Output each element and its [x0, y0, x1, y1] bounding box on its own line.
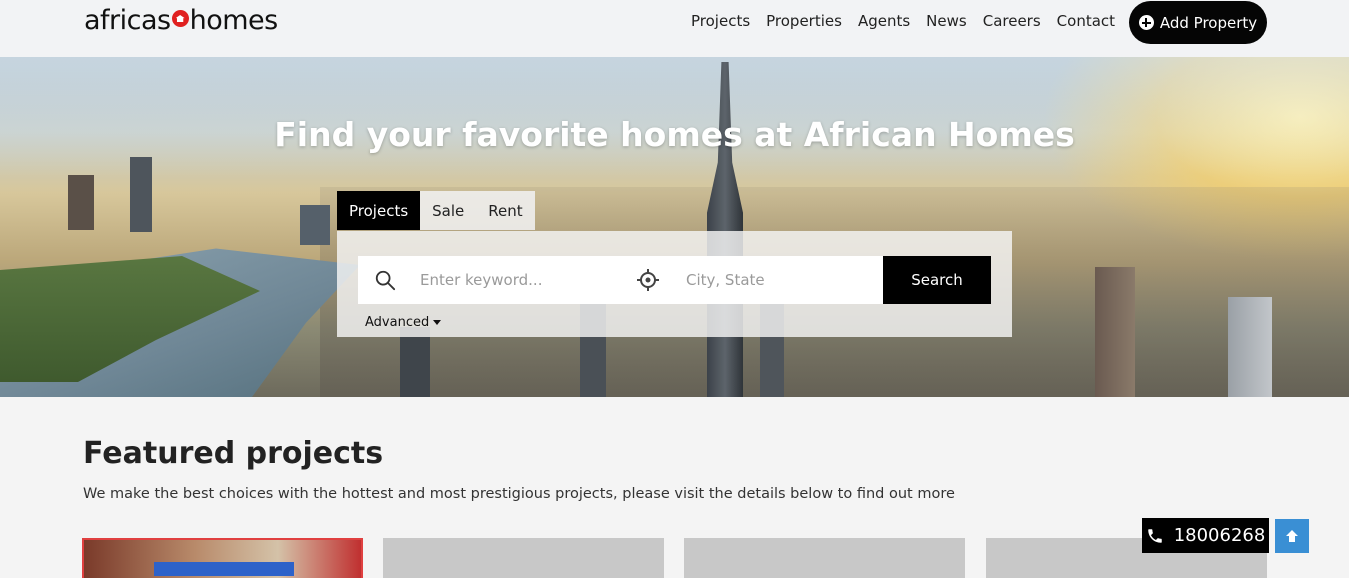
nav-projects[interactable]: Projects [691, 10, 750, 32]
hero-building [1095, 267, 1135, 397]
hero-title: Find your favorite homes at African Home… [274, 115, 1075, 154]
nav-contact[interactable]: Contact [1057, 10, 1115, 32]
site-header: africas homes Projects Properties Agents … [0, 0, 1349, 57]
phone-icon [1147, 528, 1162, 543]
search-box: Search [358, 256, 991, 304]
advanced-label: Advanced [365, 315, 430, 330]
add-property-label: Add Property [1159, 13, 1258, 32]
plus-circle-icon [1138, 15, 1154, 30]
hero-building [68, 175, 94, 230]
tab-sale[interactable]: Sale [420, 191, 477, 230]
main-nav: Projects Properties Agents News Careers … [691, 10, 1131, 32]
scroll-to-top-button[interactable] [1275, 519, 1309, 553]
site-logo[interactable]: africas homes [84, 4, 278, 38]
tab-rent[interactable]: Rent [476, 191, 535, 230]
featured-subtitle: We make the best choices with the hottes… [83, 486, 955, 502]
project-card[interactable] [82, 538, 363, 578]
hero-building [400, 327, 430, 397]
arrow-up-icon [1286, 530, 1298, 542]
nav-careers[interactable]: Careers [983, 10, 1041, 32]
caret-down-icon [433, 320, 442, 325]
phone-number: 18006268 [1173, 525, 1266, 546]
search-icon [375, 270, 396, 291]
logo-house-icon [171, 10, 189, 27]
project-card[interactable] [684, 538, 965, 578]
tab-projects[interactable]: Projects [337, 191, 421, 230]
search-panel: Search Advanced [337, 231, 1012, 337]
hero-building [300, 205, 330, 245]
keyword-input[interactable] [410, 256, 630, 304]
search-tabs: Projects Sale Rent [337, 191, 535, 230]
hero-building [1228, 297, 1272, 397]
nav-properties[interactable]: Properties [766, 10, 842, 32]
location-input[interactable] [676, 256, 876, 304]
hero-banner: Find your favorite homes at African Home… [0, 57, 1349, 397]
search-button[interactable]: Search [883, 256, 991, 304]
hero-building [130, 157, 152, 232]
featured-title: Featured projects [83, 436, 384, 471]
logo-text-right: homes [189, 5, 279, 36]
nav-agents[interactable]: Agents [858, 10, 910, 32]
nav-news[interactable]: News [926, 10, 967, 32]
project-card-image [154, 562, 294, 576]
location-target-icon[interactable] [636, 268, 660, 292]
project-card[interactable] [383, 538, 664, 578]
add-property-button[interactable]: Add Property [1129, 1, 1267, 44]
phone-call-button[interactable]: 18006268 [1142, 518, 1269, 553]
logo-text-left: africas [84, 5, 171, 36]
advanced-toggle[interactable]: Advanced [365, 315, 442, 330]
